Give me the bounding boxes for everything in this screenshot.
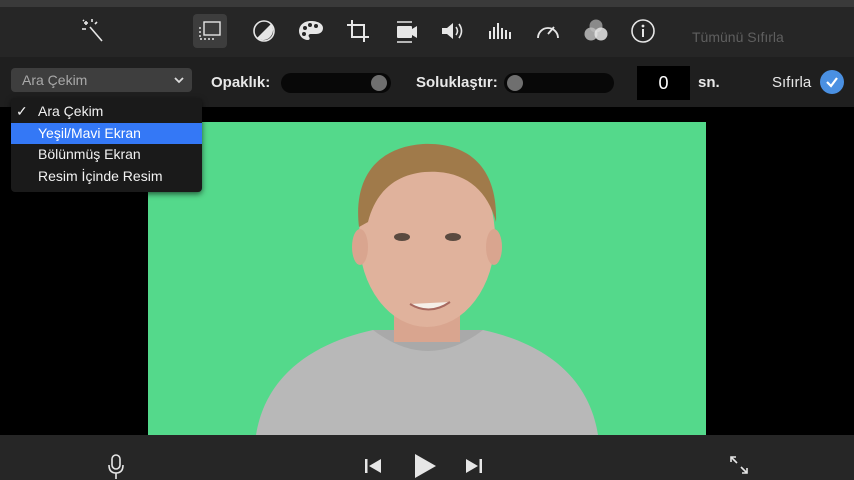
volume-icon[interactable] bbox=[436, 14, 470, 48]
chevron-down-icon bbox=[173, 68, 185, 100]
menu-item-label: Yeşil/Mavi Ekran bbox=[38, 124, 141, 141]
overlay-style-menu: ✓ Ara Çekim Yeşil/Mavi Ekran Bölünmüş Ek… bbox=[11, 98, 202, 192]
fade-slider[interactable] bbox=[504, 73, 614, 93]
menu-item-label: Bölünmüş Ekran bbox=[38, 146, 141, 162]
person-image bbox=[256, 143, 598, 435]
menu-item-cutaway[interactable]: ✓ Ara Çekim bbox=[11, 101, 202, 123]
fade-label: Soluklaştır: bbox=[416, 74, 498, 91]
equalizer-icon[interactable] bbox=[483, 14, 517, 48]
color-palette-icon[interactable] bbox=[294, 14, 328, 48]
playback-bar bbox=[0, 435, 854, 480]
green-screen-frame bbox=[148, 122, 706, 435]
overlay-style-select[interactable]: Ara Çekim bbox=[11, 68, 192, 92]
overlay-style-value: Ara Çekim bbox=[22, 72, 88, 88]
menu-item-label: Resim İçinde Resim bbox=[38, 167, 163, 184]
play-icon[interactable] bbox=[410, 451, 440, 480]
stabilization-icon[interactable] bbox=[389, 14, 423, 48]
skip-forward-icon[interactable] bbox=[463, 455, 485, 477]
fullscreen-icon[interactable] bbox=[727, 453, 751, 477]
opacity-slider-knob[interactable] bbox=[371, 75, 387, 91]
apply-checkmark-icon[interactable] bbox=[820, 70, 844, 94]
menu-item-split-screen[interactable]: Bölünmüş Ekran bbox=[11, 144, 202, 166]
adjustments-toolbar: Tümünü Sıfırla bbox=[0, 7, 854, 57]
seconds-unit-label: sn. bbox=[698, 74, 720, 91]
opacity-label: Opaklık: bbox=[211, 74, 271, 91]
filters-icon[interactable] bbox=[579, 14, 613, 48]
reset-button[interactable]: Sıfırla bbox=[772, 74, 811, 91]
fade-seconds-input[interactable]: 0 bbox=[637, 66, 690, 100]
magic-wand-icon[interactable] bbox=[76, 14, 110, 48]
checkmark-icon: ✓ bbox=[16, 103, 28, 119]
microphone-icon[interactable] bbox=[104, 453, 128, 480]
crop-icon[interactable] bbox=[341, 14, 375, 48]
color-balance-icon[interactable] bbox=[247, 14, 281, 48]
info-icon[interactable] bbox=[626, 14, 660, 48]
menu-item-green-blue-screen[interactable]: Yeşil/Mavi Ekran bbox=[11, 122, 202, 144]
speedometer-icon[interactable] bbox=[531, 14, 565, 48]
window-top-strip bbox=[0, 0, 854, 7]
fade-slider-knob[interactable] bbox=[507, 75, 523, 91]
video-overlay-icon[interactable] bbox=[193, 14, 227, 48]
skip-back-icon[interactable] bbox=[362, 455, 384, 477]
menu-item-label: Ara Çekim bbox=[38, 103, 104, 119]
reset-all-button[interactable]: Tümünü Sıfırla bbox=[692, 29, 784, 45]
opacity-slider[interactable] bbox=[281, 73, 391, 93]
menu-item-picture-in-picture[interactable]: Resim İçinde Resim bbox=[11, 166, 202, 188]
